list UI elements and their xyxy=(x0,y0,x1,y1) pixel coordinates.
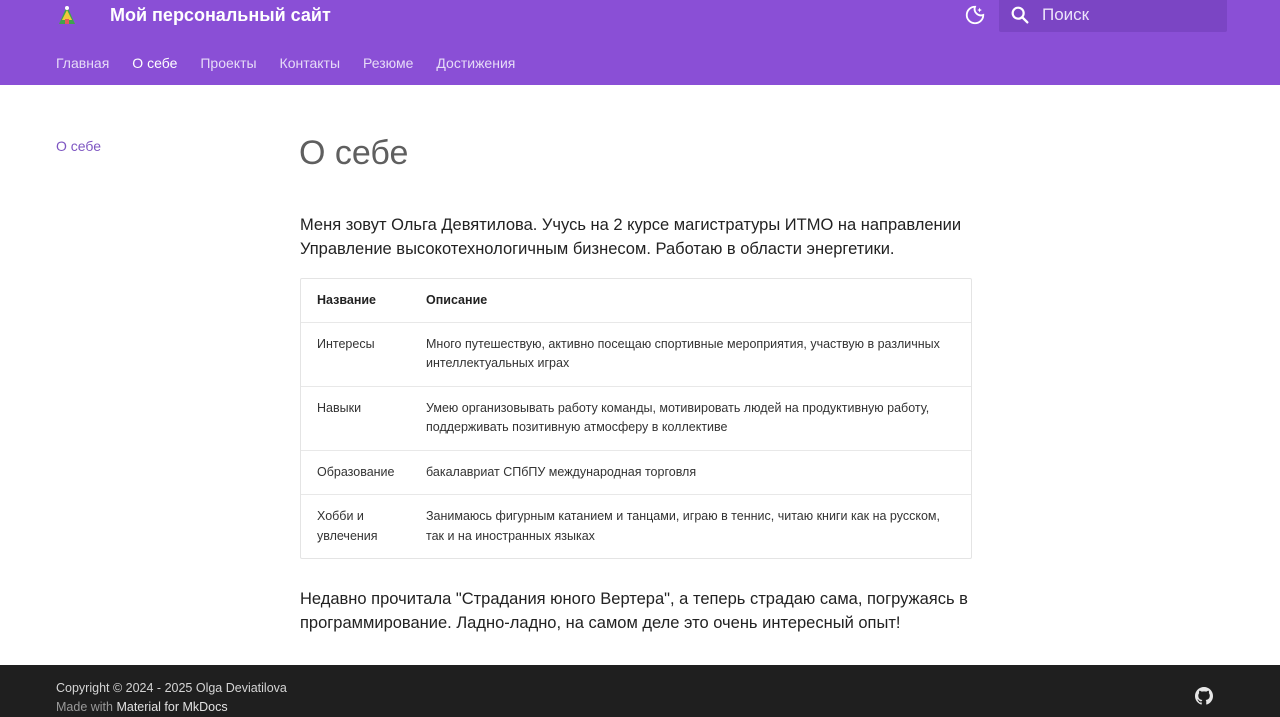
header: Мой персональный сайт Главная О себе Про… xyxy=(0,0,1280,85)
outro-paragraph: Недавно прочитала "Страдания юного Верте… xyxy=(300,590,968,632)
top-bar: Мой персональный сайт xyxy=(0,0,1280,36)
info-table: Название Описание Интересы Много путешес… xyxy=(300,278,972,559)
table-row: Интересы Много путешествую, активно посе… xyxy=(301,321,971,386)
table-header-row: Название Описание xyxy=(301,279,971,322)
tab-projects[interactable]: Проекты xyxy=(200,54,256,72)
table-cell-name: Навыки xyxy=(301,385,410,450)
footer: Copyright © 2024 - 2025 Olga Deviatilova… xyxy=(0,665,1280,717)
table-cell-name: Хобби и увлечения xyxy=(301,494,410,558)
site-title[interactable]: Мой персональный сайт xyxy=(110,4,331,26)
copyright-text: Copyright © 2024 - 2025 Olga Deviatilova xyxy=(56,681,287,695)
search-box[interactable] xyxy=(999,0,1227,32)
search-icon[interactable] xyxy=(1009,4,1031,26)
table-cell-name: Интересы xyxy=(301,321,410,386)
table-row: Образование бакалавриат СПбПУ международ… xyxy=(301,449,971,495)
tab-achievements[interactable]: Достижения xyxy=(436,54,515,72)
theme-toggle-icon[interactable] xyxy=(962,3,988,27)
github-icon[interactable] xyxy=(1195,687,1213,705)
tab-contacts[interactable]: Контакты xyxy=(280,54,340,72)
logo-icon[interactable] xyxy=(56,4,78,26)
table-row: Навыки Умею организовывать работу команд… xyxy=(301,385,971,450)
made-with-text: Made with Material for MkDocs xyxy=(56,698,228,717)
tab-home[interactable]: Главная xyxy=(56,54,109,72)
search-input[interactable] xyxy=(1042,2,1217,28)
table-cell-description: Занимаюсь фигурным катанием и танцами, и… xyxy=(410,494,971,558)
intro-paragraph: Меня зовут Ольга Девятилова. Учусь на 2 … xyxy=(300,216,962,258)
tab-resume[interactable]: Резюме xyxy=(363,54,413,72)
table-cell-name: Образование xyxy=(301,449,410,495)
table-cell-description: Умею организовывать работу команды, моти… xyxy=(410,385,971,450)
tab-about[interactable]: О себе xyxy=(132,54,177,72)
column-header-description: Описание xyxy=(426,293,488,308)
toc-item-about[interactable]: О себе xyxy=(56,138,101,154)
table-cell-description: Много путешествую, активно посещаю спорт… xyxy=(410,321,971,386)
column-header-name: Название xyxy=(317,293,377,308)
mkdocs-link[interactable]: Material for MkDocs xyxy=(116,700,227,714)
table-cell-description: бакалавриат СПбПУ международная торговля xyxy=(410,449,971,495)
nav-tabs: Главная О себе Проекты Контакты Резюме Д… xyxy=(56,54,538,72)
table-row: Хобби и увлечения Занимаюсь фигурным кат… xyxy=(301,494,971,558)
made-with-label: Made with xyxy=(56,700,113,714)
page-title: О себе xyxy=(299,134,409,172)
